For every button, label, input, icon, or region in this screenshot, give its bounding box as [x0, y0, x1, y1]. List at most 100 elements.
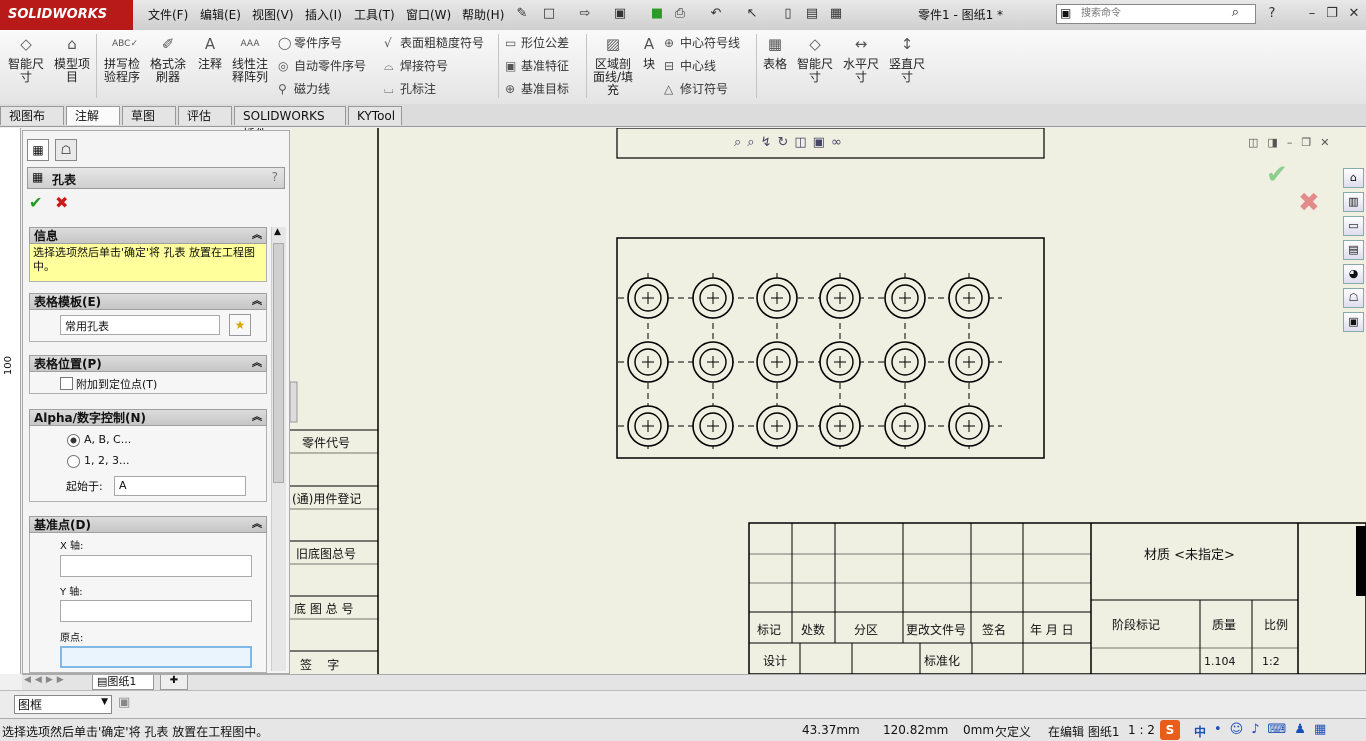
template-field[interactable]: 常用孔表 [60, 315, 220, 335]
horizontal-dimension-button[interactable]: ↔ 水平尺寸 [840, 37, 882, 84]
section-template-header[interactable]: 表格模板(E) ︽ [29, 293, 267, 310]
print-icon[interactable]: ⎙ [672, 6, 688, 22]
panel-scrollbar[interactable]: ▲ [271, 227, 286, 671]
task-appearance-button[interactable]: ◕ [1343, 264, 1364, 284]
auto-balloon-button[interactable]: ◎ 自动零件序号 [278, 57, 366, 74]
cancel-button[interactable]: ✖ [55, 193, 68, 212]
layer-select[interactable]: 图框 ▼ [14, 695, 112, 714]
sheet-tab-1[interactable]: ▤图纸1 [92, 675, 154, 690]
panel-scroll-thumb[interactable] [273, 243, 284, 483]
view-restore-icon[interactable]: ❐ [1301, 136, 1320, 149]
pin-icon[interactable]: ✎ [514, 6, 530, 22]
new-file-icon[interactable]: □ [541, 6, 557, 22]
section-info-header[interactable]: 信息 ︽ [29, 227, 267, 244]
keyboard-icon[interactable]: ⌨ [1268, 722, 1295, 737]
section-alpha-header[interactable]: Alpha/数字控制(N) ︽ [29, 409, 267, 426]
hole-callout-button[interactable]: ⌴ 孔标注 [384, 80, 436, 97]
tab-solidworks-addins[interactable]: SOLIDWORKS 插件 [234, 106, 346, 141]
task-library-button[interactable]: ▥ [1343, 192, 1364, 212]
layer-properties-icon[interactable]: ▣ [118, 695, 130, 710]
tab-kytool[interactable]: KYTool [348, 106, 402, 125]
surface-finish-button[interactable]: √ 表面粗糙度符号 [384, 34, 484, 51]
menu-insert[interactable]: 插入(I) [305, 6, 342, 23]
emoji-icon[interactable]: ☺ [1230, 722, 1252, 737]
zoom-area-icon[interactable]: ⌕ [747, 135, 760, 150]
solidworks-logo[interactable]: SOLIDWORKS [0, 0, 133, 30]
microphone-icon[interactable]: ♪ [1251, 722, 1267, 737]
area-hatch-button[interactable]: ▨ 区域剖 面线/填充 [590, 37, 636, 97]
radio-numeric[interactable] [67, 455, 80, 468]
vertical-dimension-button[interactable]: ↕ 竖直尺寸 [886, 37, 928, 84]
revision-symbol-button[interactable]: △ 修订符号 [664, 80, 728, 97]
gtol-button[interactable]: ▭ 形位公差 [505, 34, 569, 51]
ime-toolbar[interactable]: •☺♪⌨♟▦ [1214, 722, 1334, 737]
grid-icon[interactable]: ▦ [1314, 722, 1334, 737]
tab-sketch[interactable]: 草图 [122, 106, 176, 125]
rotate-icon[interactable]: ↻ [777, 135, 794, 150]
hide-show-icon[interactable]: ∞ [831, 135, 848, 150]
model-items-button[interactable]: ⌂ 模型项目 [50, 37, 94, 84]
menu-file[interactable]: 文件(F) [148, 6, 188, 23]
section-position-header[interactable]: 表格位置(P) ︽ [29, 355, 267, 372]
task-properties-button[interactable]: ☖ [1343, 288, 1364, 308]
x-axis-field[interactable] [60, 555, 252, 577]
table-button[interactable]: ▦ 表格 [760, 37, 790, 71]
zoom-to-fit-icon[interactable]: ⌕ [734, 135, 747, 150]
search-box[interactable]: ▣ ⌕ [1056, 4, 1256, 24]
menu-help[interactable]: 帮助(H) [462, 6, 504, 23]
save-icon[interactable]: ▣ [612, 6, 628, 22]
section-origin-header[interactable]: 基准点(D) ︽ [29, 516, 267, 533]
add-sheet-button[interactable]: ✚ [160, 675, 188, 690]
ok-button[interactable]: ✔ [29, 193, 42, 212]
center-mark-button[interactable]: ⊕ 中心符号线 [664, 34, 740, 51]
weld-symbol-button[interactable]: ⌓ 焊接符号 [384, 57, 448, 74]
menu-tools[interactable]: 工具(T) [354, 6, 395, 23]
datum-target-button[interactable]: ⊕ 基准目标 [505, 80, 569, 97]
y-axis-field[interactable] [60, 600, 252, 622]
menu-edit[interactable]: 编辑(E) [200, 6, 241, 23]
confirm-corner-ok[interactable]: ✔ [1266, 160, 1288, 190]
start-field[interactable]: A [114, 476, 246, 496]
restore-icon[interactable]: ❐ [1324, 6, 1340, 22]
ime-language[interactable]: 中 [1194, 723, 1206, 740]
menu-window[interactable]: 窗口(W) [406, 6, 451, 23]
view-tile-icon[interactable]: ◫ [1248, 136, 1267, 149]
ime-logo-icon[interactable]: S [1160, 720, 1180, 740]
skin-icon[interactable]: ♟ [1294, 722, 1314, 737]
scroll-up-icon[interactable]: ▲ [274, 227, 281, 237]
previous-view-icon[interactable]: ↯ [761, 135, 778, 150]
confirm-corner-cancel[interactable]: ✖ [1298, 188, 1320, 218]
sheet-nav-arrows[interactable]: ◀◀▶▶ [24, 675, 68, 685]
tab-view-layout[interactable]: 视图布局 [0, 106, 64, 141]
task-explorer-button[interactable]: ▭ [1343, 216, 1364, 236]
spell-check-button[interactable]: ABC✓ 拼写检 验程序 [100, 38, 144, 84]
smart-dimension-2-button[interactable]: ◇ 智能尺寸 [794, 37, 836, 84]
search-icon[interactable]: ⌕ [1232, 5, 1239, 20]
drawing-canvas[interactable]: ⌕⌕↯↻◫▣∞ ◫◨–❐✕ ✔ ✖ 零件代号 (通)用件登记 旧底图总号 底 图… [290, 128, 1366, 674]
task-forum-button[interactable]: ▣ [1343, 312, 1364, 332]
section-view-icon[interactable]: ◫ [794, 135, 812, 150]
help-button[interactable]: ? [272, 170, 278, 184]
magnetic-line-button[interactable]: ⚲ 磁力线 [278, 80, 330, 97]
view-window-controls[interactable]: ◫◨–❐✕ [1248, 136, 1338, 149]
close-icon[interactable]: ✕ [1346, 6, 1362, 22]
tab-evaluate[interactable]: 评估 [178, 106, 232, 125]
template-browse-button[interactable]: ★ [229, 314, 251, 336]
minimize-icon[interactable]: – [1304, 6, 1320, 22]
format-painter-button[interactable]: ✐ 格式涂 刷器 [146, 37, 190, 84]
tab-annotation[interactable]: 注解 [66, 106, 120, 125]
status-scale[interactable]: 1 : 2 [1128, 723, 1155, 737]
task-home-button[interactable]: ⌂ [1343, 168, 1364, 188]
menu-view[interactable]: 视图(V) [252, 6, 294, 23]
origin-field[interactable] [60, 646, 252, 668]
balloon-button[interactable]: ◯ 零件序号 [278, 34, 342, 51]
view-minimize-icon[interactable]: – [1287, 136, 1302, 149]
attach-checkbox[interactable] [60, 377, 73, 390]
radio-alpha[interactable] [67, 434, 80, 447]
punctuation-icon[interactable]: • [1214, 722, 1230, 737]
view-close-icon[interactable]: ✕ [1320, 136, 1338, 149]
datum-feature-button[interactable]: ▣ 基准特征 [505, 57, 569, 74]
feature-tree-tab[interactable]: ▦ [27, 139, 49, 161]
property-tab[interactable]: ☖ [55, 139, 77, 161]
rebuild-icon[interactable]: ■ [649, 6, 665, 22]
